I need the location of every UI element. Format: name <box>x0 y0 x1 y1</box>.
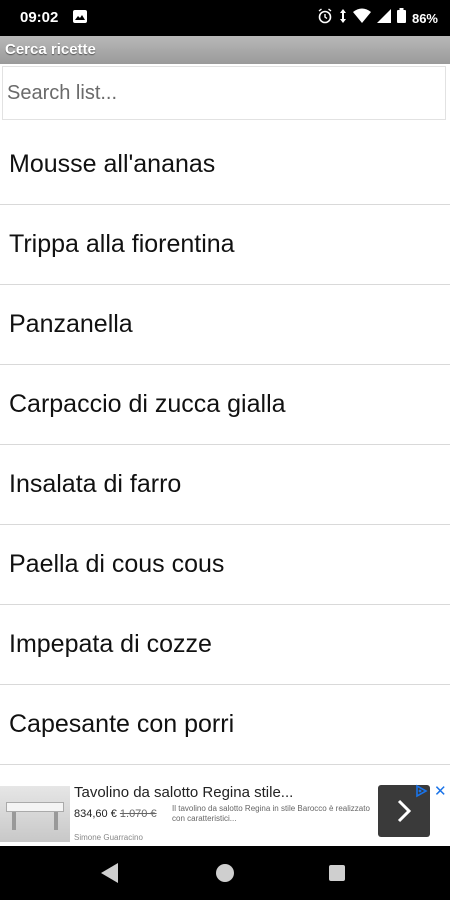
list-item[interactable]: Insalata di farro <box>0 445 450 525</box>
status-icons: 86% <box>317 7 438 29</box>
app-title-bar: Cerca ricette <box>0 36 450 64</box>
gallery-icon <box>73 10 87 23</box>
wifi-icon <box>352 8 371 28</box>
list-item[interactable]: Paella di cous cous <box>0 525 450 605</box>
signal-icon <box>376 8 391 28</box>
data-arrows-icon <box>339 8 347 29</box>
alarm-icon <box>317 7 333 29</box>
home-icon[interactable] <box>216 864 234 882</box>
page-title: Cerca ricette <box>5 41 96 58</box>
search-input[interactable] <box>3 67 445 119</box>
ad-brand: Simone Guarracino <box>74 833 143 842</box>
status-time: 09:02 <box>20 9 59 26</box>
list-item[interactable]: Carpaccio di zucca gialla <box>0 365 450 445</box>
list-item[interactable]: Mousse all'ananas <box>0 125 450 205</box>
list-item[interactable]: Impepata di cozze <box>0 605 450 685</box>
status-bar: 09:02 86% <box>0 0 450 36</box>
battery-icon <box>396 8 406 28</box>
close-icon[interactable]: ✕ <box>434 782 447 800</box>
ad-description: Il tavolino da salotto Regina in stile B… <box>172 804 370 823</box>
ad-product-image[interactable] <box>0 786 70 842</box>
navigation-bar <box>0 846 450 900</box>
battery-percent: 86% <box>411 10 438 26</box>
ad-title[interactable]: Tavolino da salotto Regina stile... <box>74 784 293 801</box>
ad-price: 834,60 € <box>74 808 117 820</box>
ad-price-line: 834,60 € 1.070 € <box>74 808 157 820</box>
search-box <box>2 66 446 120</box>
recipe-list: Mousse all'ananas Trippa alla fiorentina… <box>0 125 450 765</box>
ad-old-price: 1.070 € <box>119 808 157 820</box>
recents-icon[interactable] <box>329 865 345 881</box>
ad-banner[interactable]: Tavolino da salotto Regina stile... 834,… <box>0 782 450 846</box>
list-item[interactable]: Trippa alla fiorentina <box>0 205 450 285</box>
list-item[interactable]: Panzanella <box>0 285 450 365</box>
back-icon[interactable] <box>100 862 120 889</box>
adchoices-icon[interactable] <box>414 784 428 803</box>
list-item[interactable]: Capesante con porri <box>0 685 450 765</box>
